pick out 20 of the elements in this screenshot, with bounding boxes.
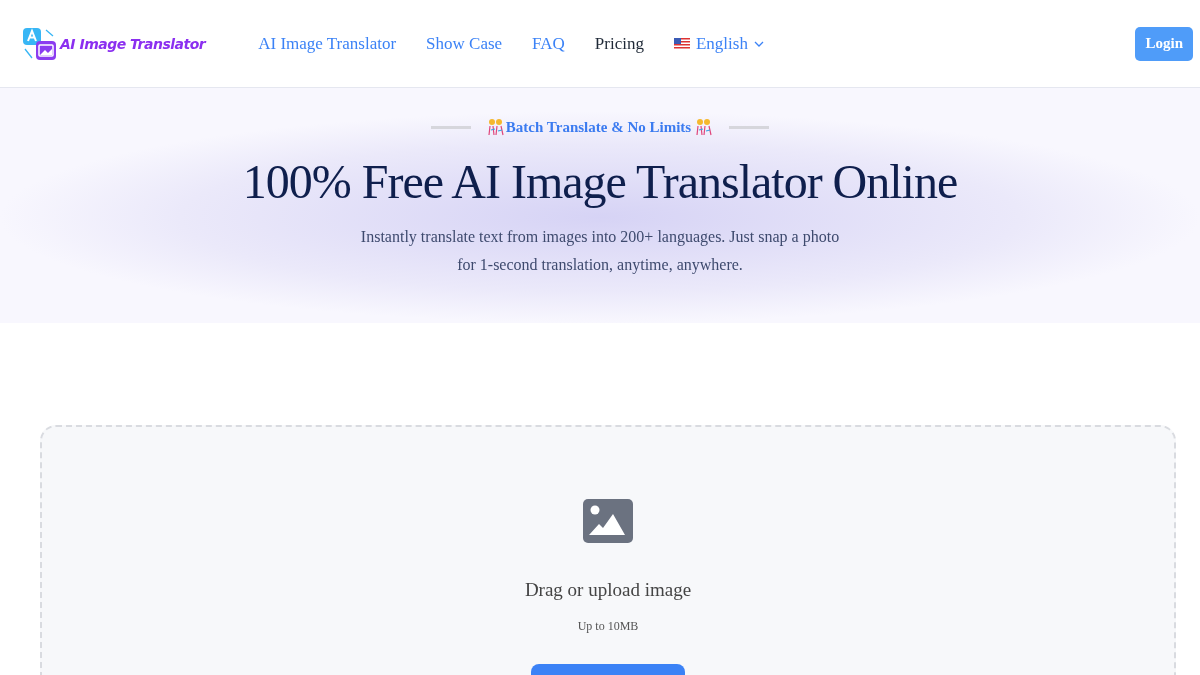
subtitle-text: Instantly translate text from images into 200+ languages. Just snap a photo [360,227,840,248]
upload-dropzone[interactable]: Drag or upload image Up to 10MB [40,425,1176,675]
nav-link[interactable]: Pricing [594,33,644,54]
badge-text: Batch Translate & No Limits [505,118,692,136]
nav-link[interactable]: FAQ [532,33,565,54]
image-icon [583,499,633,543]
subtitle-text: for 1-second translation, anytime, anywhere. [456,255,744,276]
login-button[interactable]: Login [1135,26,1193,61]
logo-icon[interactable] [22,26,58,61]
confetti-icon [486,118,505,136]
nav-link[interactable]: AI Image Translator [258,33,397,54]
nav-link[interactable]: Show Case [426,33,503,54]
flag-icon [673,38,690,49]
chevron-down-icon [753,40,764,47]
page-title: 100% Free AI Image Translator Online [242,154,958,209]
language-selector[interactable]: English [673,33,764,54]
confetti-icon [695,118,714,136]
upload-prompt: Drag or upload image [524,579,692,601]
size-limit-text: Up to 10MB [577,619,639,634]
logo-text[interactable]: AI Image Translator [60,35,206,52]
